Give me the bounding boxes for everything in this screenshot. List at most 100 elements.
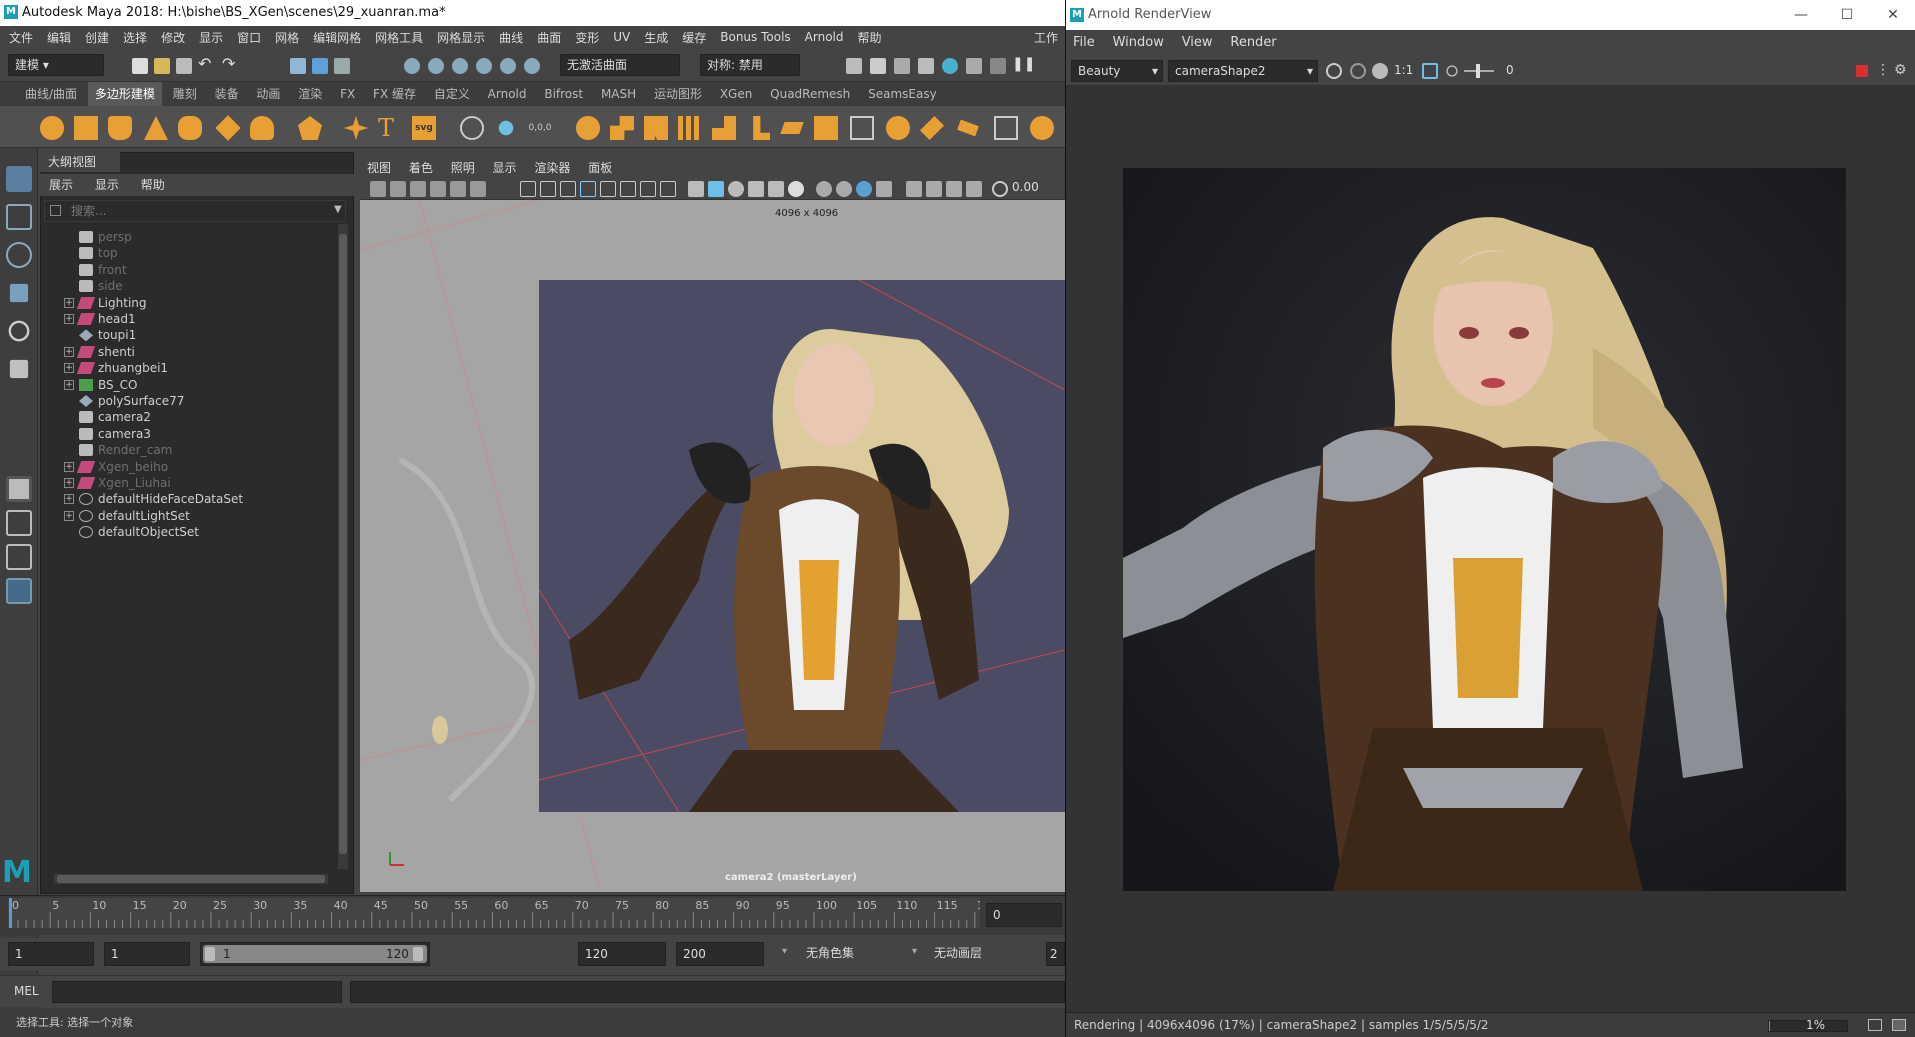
- aov-dropdown[interactable]: Beauty ▾: [1071, 60, 1163, 82]
- exposure-value[interactable]: 0.00: [1012, 180, 1039, 194]
- redo-icon[interactable]: ↷: [222, 54, 235, 73]
- separate-icon[interactable]: [610, 116, 634, 140]
- mode-dropdown[interactable]: 建模 ▾: [8, 54, 104, 76]
- shadows-icon[interactable]: [788, 181, 804, 197]
- expand-toggle-icon[interactable]: +: [64, 314, 74, 324]
- grease-pencil-icon[interactable]: [470, 181, 486, 197]
- expand-toggle-icon[interactable]: +: [64, 297, 74, 308]
- range-slider-right-grip[interactable]: [413, 947, 423, 961]
- shelf-tab-sculpt[interactable]: 雕刻: [166, 82, 204, 106]
- four-view-icon[interactable]: [6, 510, 32, 536]
- insert-edge-loop-icon[interactable]: [920, 116, 944, 140]
- super-shape-icon[interactable]: [344, 116, 368, 140]
- more-options-icon[interactable]: ⋮: [1876, 62, 1890, 78]
- settings-gear-icon[interactable]: ⚙: [1894, 62, 1907, 78]
- menu-bonus-tools[interactable]: Bonus Tools: [713, 30, 797, 44]
- outliner-menu-display[interactable]: 显示: [86, 174, 128, 196]
- menu-select[interactable]: 选择: [116, 29, 154, 46]
- outliner-horizontal-scrollbar[interactable]: [54, 874, 328, 884]
- svg-tool-icon[interactable]: svg: [412, 116, 436, 140]
- menu-create[interactable]: 创建: [78, 29, 116, 46]
- menu-generate[interactable]: 生成: [637, 29, 675, 46]
- paint-select-icon[interactable]: [6, 242, 32, 268]
- move-tool-icon[interactable]: [9, 283, 29, 303]
- shelf-tab-bifrost[interactable]: Bifrost: [537, 82, 590, 106]
- mel-input[interactable]: [52, 981, 342, 1003]
- outliner-item[interactable]: defaultObjectSet: [44, 522, 336, 542]
- image-plane-icon[interactable]: [430, 181, 446, 197]
- viewport-menu-renderer[interactable]: 渲染器: [527, 158, 577, 178]
- snap-view-plane-icon[interactable]: [476, 58, 492, 74]
- exposure-icon[interactable]: [992, 181, 1008, 197]
- menu-deform[interactable]: 变形: [568, 29, 606, 46]
- hypershade-icon[interactable]: [918, 58, 934, 74]
- camera-dropdown[interactable]: cameraShape2 ▾: [1168, 60, 1318, 82]
- workspace-label[interactable]: 工作: [1027, 29, 1065, 46]
- expand-toggle-icon[interactable]: +: [64, 494, 74, 505]
- range-slider[interactable]: 1 120: [200, 942, 430, 966]
- animation-end-field[interactable]: 200: [676, 942, 764, 966]
- shelf-tab-curves[interactable]: 曲线/曲面: [18, 82, 84, 106]
- expand-toggle-icon[interactable]: +: [64, 461, 74, 472]
- new-scene-icon[interactable]: [132, 58, 148, 74]
- wireframe-on-shaded-icon[interactable]: [728, 181, 744, 197]
- search-options-arrow-icon[interactable]: ▼: [334, 204, 342, 215]
- arnold-flush-icon[interactable]: [990, 58, 1006, 74]
- expand-toggle-icon[interactable]: +: [64, 346, 74, 357]
- snap-curve-icon[interactable]: [428, 58, 444, 74]
- pause-icon[interactable]: ❚❚: [1012, 56, 1035, 72]
- uv-editor-icon[interactable]: [1030, 116, 1054, 140]
- snapshot-icon[interactable]: [1868, 1019, 1882, 1031]
- shelf-tab-quadremesh[interactable]: QuadRemesh: [763, 82, 857, 106]
- camera-lock-icon[interactable]: [390, 181, 406, 197]
- poly-cube-icon[interactable]: [74, 116, 98, 140]
- render-canvas[interactable]: [1066, 86, 1915, 1012]
- rotate-tool-icon[interactable]: [8, 320, 30, 342]
- camera-attributes-icon[interactable]: [370, 181, 386, 197]
- arnold-menu-window[interactable]: Window: [1106, 30, 1171, 56]
- snap-point-icon[interactable]: [452, 58, 468, 74]
- mirror-icon[interactable]: [644, 116, 668, 140]
- scale-tool-icon[interactable]: [9, 359, 29, 379]
- bevel-icon[interactable]: [780, 122, 804, 134]
- arnold-menu-view[interactable]: View: [1175, 30, 1220, 56]
- lut-icon[interactable]: [1350, 63, 1366, 79]
- menu-edit-mesh[interactable]: 编辑网格: [306, 29, 368, 46]
- arnold-render-view-icon[interactable]: [942, 58, 958, 74]
- menu-edit[interactable]: 编辑: [40, 29, 78, 46]
- snap-together-icon[interactable]: [498, 120, 514, 136]
- expand-toggle-icon[interactable]: +: [64, 478, 74, 488]
- poly-cylinder-icon[interactable]: [108, 116, 132, 140]
- film-gate-icon[interactable]: [540, 181, 556, 197]
- combine-icon[interactable]: [576, 116, 600, 140]
- current-frame-field[interactable]: 0: [986, 903, 1062, 927]
- isolate-select-icon[interactable]: [906, 181, 922, 197]
- shelf-tab-fx[interactable]: FX: [333, 82, 362, 106]
- menu-windows[interactable]: 窗口: [230, 29, 268, 46]
- lasso-tool-icon[interactable]: [6, 204, 32, 230]
- arnold-menu-file[interactable]: File: [1066, 30, 1102, 56]
- select-by-object-icon[interactable]: [312, 58, 328, 74]
- shelf-tab-rigging[interactable]: 装备: [208, 82, 246, 106]
- gate-mask-icon[interactable]: [580, 181, 596, 197]
- shelf-tab-arnold[interactable]: Arnold: [481, 82, 534, 106]
- menu-display[interactable]: 显示: [192, 29, 230, 46]
- smooth-icon[interactable]: [678, 116, 702, 140]
- anim-layer-arrow-icon[interactable]: ▾: [912, 946, 917, 957]
- quad-draw-icon[interactable]: [994, 116, 1018, 140]
- menu-mesh-display[interactable]: 网格显示: [430, 29, 492, 46]
- extrude-icon[interactable]: [712, 116, 736, 140]
- playback-start-field[interactable]: 1: [104, 942, 190, 966]
- fps-field[interactable]: 2: [1046, 942, 1065, 966]
- character-set-arrow-icon[interactable]: ▾: [782, 946, 787, 957]
- shelf-tab-xgen[interactable]: XGen: [713, 82, 760, 106]
- multi-cut-icon[interactable]: [850, 116, 874, 140]
- use-all-lights-icon[interactable]: [768, 181, 784, 197]
- arnold-menu-render[interactable]: Render: [1223, 30, 1283, 56]
- expand-toggle-icon[interactable]: +: [64, 363, 74, 374]
- select-by-component-icon[interactable]: [334, 58, 350, 74]
- ipr-render-icon[interactable]: [894, 58, 910, 74]
- shelf-tab-poly-modeling[interactable]: 多边形建模: [87, 82, 162, 106]
- textured-icon[interactable]: [748, 181, 764, 197]
- range-slider-left-grip[interactable]: [205, 947, 215, 961]
